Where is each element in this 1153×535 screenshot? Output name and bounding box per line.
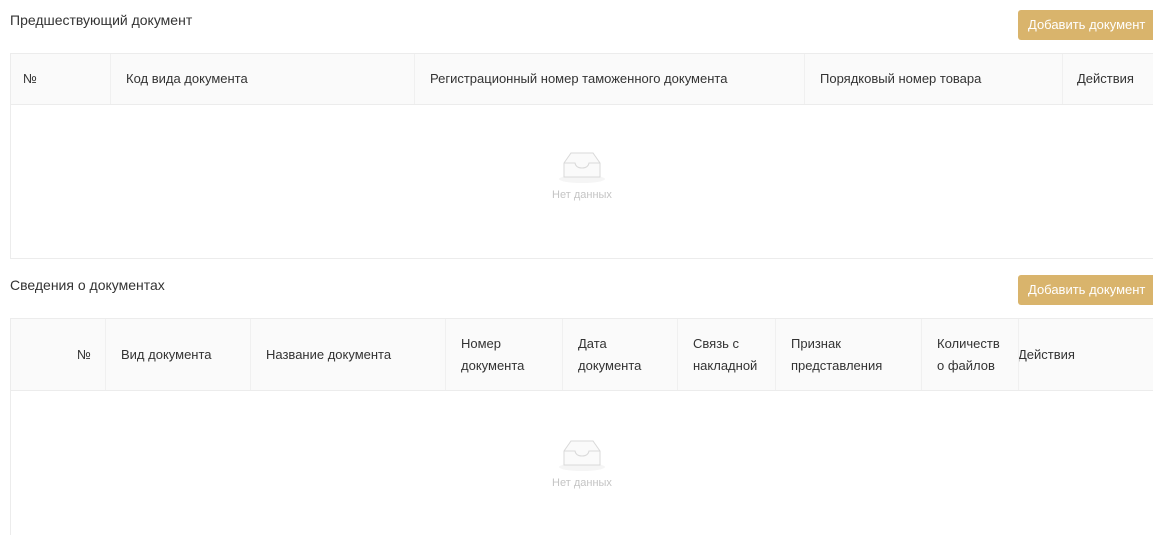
column-header-file-count: Количеств о файлов: [921, 319, 1021, 390]
preceding-document-table: № Код вида документа Регистрационный ном…: [10, 53, 1153, 259]
empty-state-text: Нет данных: [552, 189, 612, 201]
column-header-document-type-code: Код вида документа: [110, 54, 415, 104]
inbox-icon: [558, 148, 606, 184]
table-header: № Вид документа Название документа Номер…: [11, 319, 1153, 391]
section-title-documents-info: Сведения о документах: [10, 277, 165, 293]
column-header-document-kind: Вид документа: [105, 319, 260, 390]
add-document-info-button[interactable]: Добавить документ: [1018, 275, 1153, 305]
documents-info-table: № Вид документа Название документа Номер…: [10, 318, 1153, 535]
section-title-preceding-document: Предшествующий документ: [10, 12, 193, 28]
empty-state: Нет данных: [11, 436, 1153, 489]
empty-state-text: Нет данных: [552, 477, 612, 489]
column-header-actions: Действия: [1062, 54, 1153, 104]
empty-state: Нет данных: [11, 148, 1153, 201]
column-header-item-serial-number: Порядковый номер товара: [804, 54, 1064, 104]
column-header-actions: Действия: [1018, 319, 1153, 390]
add-preceding-document-button[interactable]: Добавить документ: [1018, 10, 1153, 40]
column-header-number: №: [23, 71, 37, 86]
inbox-icon: [558, 436, 606, 472]
column-header-document-date: Дата документа: [562, 319, 677, 390]
table-header: № Код вида документа Регистрационный ном…: [11, 54, 1153, 105]
column-header-customs-registration-number: Регистрационный номер таможенного докуме…: [414, 54, 819, 104]
column-header-document-name: Название документа: [250, 319, 445, 390]
column-header-waybill-link: Связь с накладной: [677, 319, 777, 390]
column-header-submission-flag: Признак представления: [775, 319, 925, 390]
column-header-document-number: Номер документа: [445, 319, 565, 390]
page: Предшествующий документ Добавить докумен…: [0, 0, 1153, 535]
